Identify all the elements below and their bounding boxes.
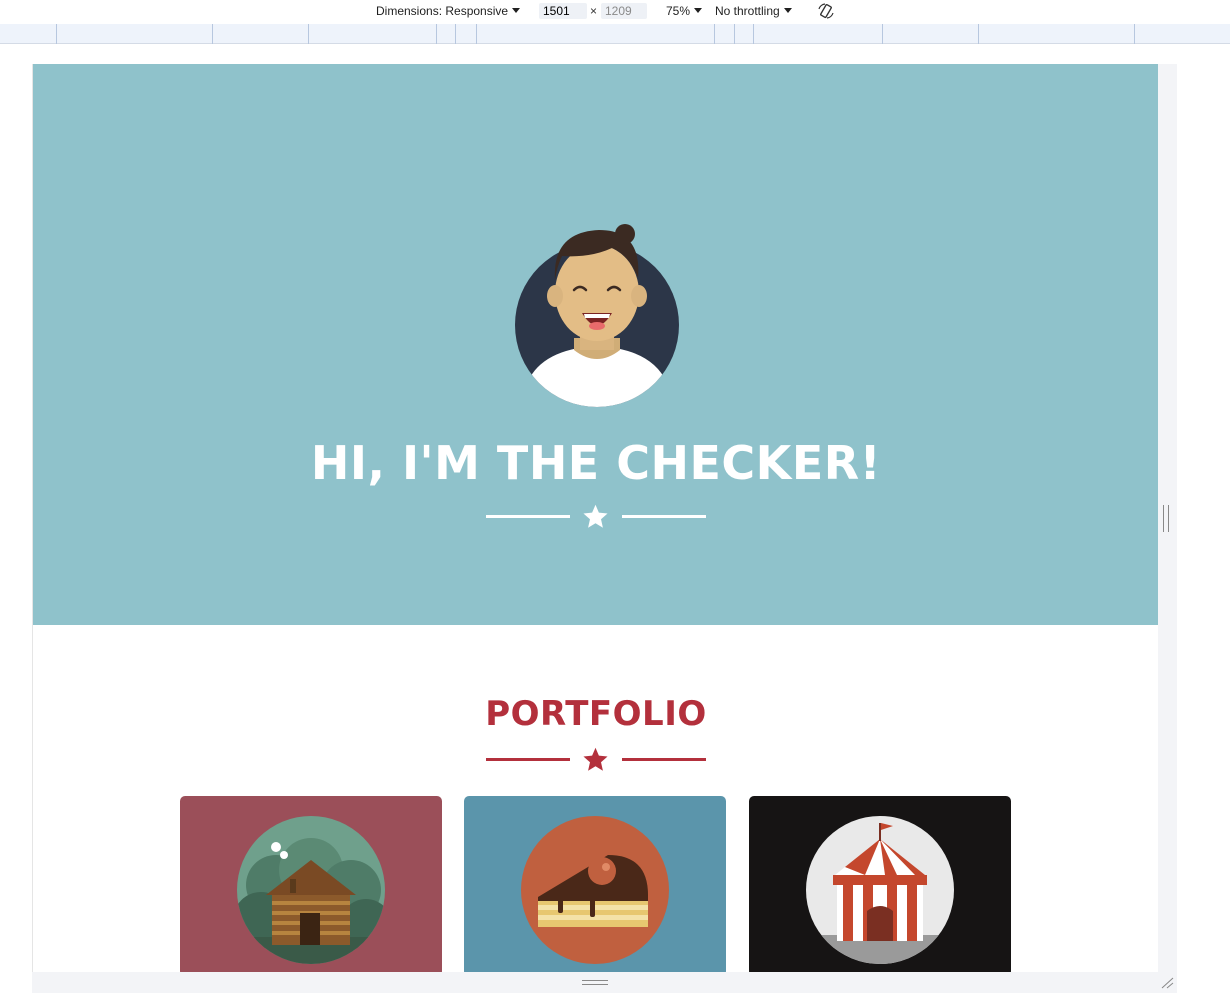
hero-divider (486, 502, 706, 532)
zoom-dropdown[interactable]: 75% (666, 4, 703, 18)
media-query-marker (714, 24, 715, 44)
rotate-icon[interactable] (817, 2, 835, 20)
chevron-down-icon (783, 8, 792, 13)
portfolio-item-circus[interactable] (749, 796, 1011, 972)
divider-line (486, 515, 570, 518)
avatar (515, 224, 679, 407)
divider-line (622, 515, 706, 518)
portfolio-divider (486, 745, 706, 775)
media-query-marker (308, 24, 309, 44)
portfolio-item-cabin[interactable] (180, 796, 442, 972)
media-query-bar[interactable] (0, 24, 1230, 44)
media-query-marker (734, 24, 735, 44)
media-query-marker (476, 24, 477, 44)
dimensions-label: Dimensions: Responsive (376, 4, 509, 18)
width-input[interactable]: 1501 (539, 3, 587, 19)
corner-resize-icon[interactable] (1160, 977, 1174, 989)
divider-line (622, 758, 706, 761)
throttling-dropdown[interactable]: No throttling (715, 4, 792, 18)
media-query-marker (436, 24, 437, 44)
circus-tent-icon (806, 816, 954, 964)
dimensions-dropdown[interactable]: Dimensions: Responsive (376, 4, 521, 18)
media-query-marker (455, 24, 456, 44)
masthead: HI, I'M THE CHECKER! (33, 64, 1158, 625)
portfolio-title: PORTFOLIO (485, 694, 707, 734)
portfolio-item-cake[interactable] (464, 796, 726, 972)
star-icon (583, 504, 608, 528)
hero-title: HI, I'M THE CHECKER! (310, 436, 882, 490)
page-viewport: HI, I'M THE CHECKER! PORTFOLIO (32, 64, 1158, 972)
media-query-marker (212, 24, 213, 44)
right-resize-handle[interactable] (1163, 505, 1169, 532)
divider-line (486, 758, 570, 761)
throttling-label: No throttling (715, 4, 780, 18)
bottom-resize-handle[interactable] (582, 980, 608, 985)
media-query-marker (753, 24, 754, 44)
media-query-marker (56, 24, 57, 44)
cake-icon (521, 816, 669, 964)
dimension-separator: × (590, 4, 598, 18)
media-query-marker (1134, 24, 1135, 44)
media-query-marker (978, 24, 979, 44)
height-input[interactable]: 1209 (601, 3, 647, 19)
media-query-marker (882, 24, 883, 44)
cabin-icon (237, 816, 385, 964)
chevron-down-icon (694, 8, 703, 13)
star-icon (583, 747, 608, 771)
zoom-label: 75% (666, 4, 691, 18)
chevron-down-icon (512, 8, 521, 13)
devtools-toolbar: Dimensions: Responsive 1501 × 1209 75% N… (0, 0, 1230, 24)
